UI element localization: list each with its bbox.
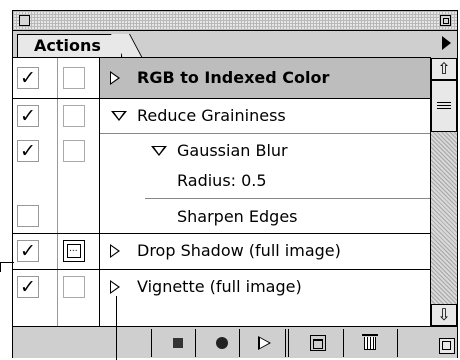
action-label: Drop Shadow (full image) xyxy=(137,241,341,260)
toggle-dialog-checkbox[interactable] xyxy=(63,67,85,89)
zoom-box-icon[interactable] xyxy=(440,15,451,26)
expand-triangle-icon[interactable] xyxy=(110,71,120,85)
tab-strip: Actions xyxy=(13,31,457,58)
toolbar-separator xyxy=(151,329,152,357)
vertical-scrollbar[interactable]: ⇧ ⇩ xyxy=(431,58,457,326)
expand-triangle-icon[interactable] xyxy=(110,244,120,258)
toggle-item-checkbox[interactable]: ✓ xyxy=(17,240,39,262)
step-label: Gaussian Blur xyxy=(177,141,288,160)
toggle-dialog-checkbox[interactable] xyxy=(63,140,85,162)
callout-line xyxy=(0,262,14,263)
record-button[interactable] xyxy=(209,333,235,353)
action-row[interactable]: ✓ Reduce Graininess xyxy=(13,99,430,133)
toggle-dialog-checkbox[interactable] xyxy=(63,105,85,127)
toolbar-separator xyxy=(285,329,286,357)
palette-title-bar[interactable] xyxy=(13,11,457,31)
action-row[interactable]: ✓ Drop Shadow (full image) xyxy=(13,234,430,269)
step-row[interactable]: Sharpen Edges xyxy=(13,199,430,233)
record-icon xyxy=(216,337,228,349)
expand-triangle-icon[interactable] xyxy=(110,280,120,294)
collapse-triangle-icon[interactable] xyxy=(151,146,167,156)
toggle-item-checkbox[interactable]: ✓ xyxy=(17,140,39,162)
step-row[interactable]: ✓ Gaussian Blur xyxy=(13,134,430,168)
tab-actions[interactable]: Actions xyxy=(17,34,122,58)
scroll-up-arrow-icon[interactable]: ⇧ xyxy=(431,58,457,80)
step-label: Sharpen Edges xyxy=(177,207,298,226)
collapse-triangle-icon[interactable] xyxy=(111,111,127,121)
scroll-thumb[interactable] xyxy=(431,80,457,132)
stop-icon xyxy=(173,338,183,348)
toolbar-separator xyxy=(288,329,289,357)
palette-menu-arrow-icon[interactable] xyxy=(442,36,451,50)
toolbar-separator xyxy=(239,329,240,357)
play-button[interactable] xyxy=(251,333,277,353)
actions-list: ✓ RGB to Indexed Color ✓ Reduce Grainine… xyxy=(13,58,431,326)
new-action-button[interactable] xyxy=(305,333,331,353)
action-label: Vignette (full image) xyxy=(137,277,302,296)
actions-palette: Actions ✓ RGB to Indexed Color ✓ Reduce … xyxy=(12,10,458,358)
action-label: Reduce Graininess xyxy=(137,106,286,125)
toolbar-separator xyxy=(397,329,398,357)
delete-button[interactable] xyxy=(357,333,383,353)
action-row[interactable]: ✓ RGB to Indexed Color xyxy=(13,58,430,98)
new-set-icon xyxy=(310,335,326,351)
toolbar-separator xyxy=(195,329,196,357)
toggle-item-checkbox[interactable] xyxy=(17,205,39,227)
play-icon xyxy=(257,336,271,350)
toggle-dialog-checkbox[interactable] xyxy=(63,276,85,298)
toggle-dialog-checkbox[interactable] xyxy=(63,240,85,262)
parameter-label: Radius: 0.5 xyxy=(177,171,267,190)
stop-button[interactable] xyxy=(165,333,191,353)
toggle-item-checkbox[interactable]: ✓ xyxy=(17,105,39,127)
toolbar-separator xyxy=(343,329,344,357)
close-box-icon[interactable] xyxy=(19,15,30,26)
callout-line xyxy=(116,296,117,360)
trash-icon xyxy=(362,333,378,350)
toggle-item-checkbox[interactable]: ✓ xyxy=(17,67,39,89)
action-label: RGB to Indexed Color xyxy=(137,68,330,87)
callout-line xyxy=(0,262,1,272)
scroll-down-arrow-icon[interactable]: ⇩ xyxy=(431,304,457,326)
action-row[interactable]: ✓ Vignette (full image) xyxy=(13,270,430,305)
actions-toolbar xyxy=(13,326,457,358)
parameter-row: Radius: 0.5 xyxy=(13,168,430,198)
toggle-item-checkbox[interactable]: ✓ xyxy=(17,276,39,298)
resize-box-icon[interactable] xyxy=(439,338,455,354)
